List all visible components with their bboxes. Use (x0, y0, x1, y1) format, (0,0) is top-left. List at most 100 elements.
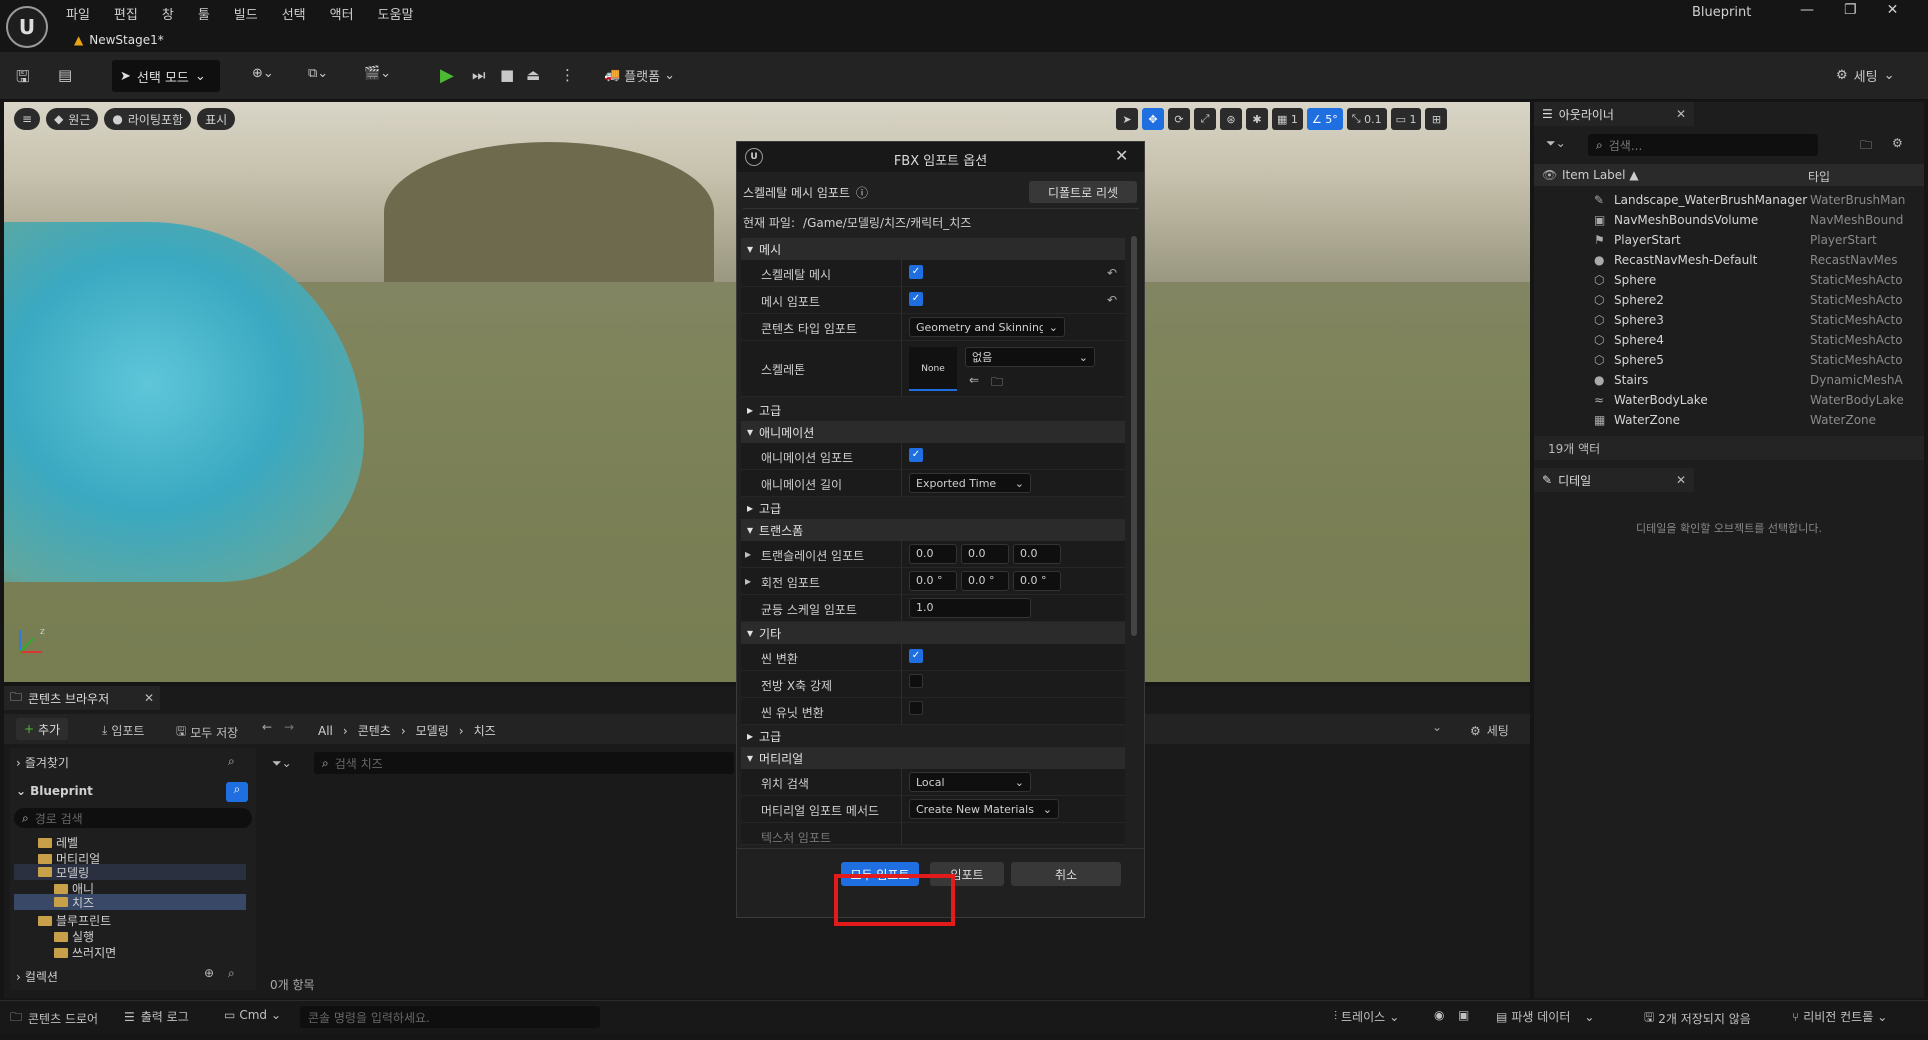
show-button[interactable]: 표시 (197, 108, 236, 130)
camera-speed-button[interactable]: ▭ 1 (1390, 108, 1422, 130)
stop-icon[interactable]: ■ (500, 66, 514, 84)
rotation-snap-button[interactable]: ∠ 5° (1306, 108, 1343, 130)
cb-settings-button[interactable]: ⚙ 세팅 (1470, 722, 1509, 739)
console-command-input[interactable]: 콘솔 명령을 입력하세요. (300, 1006, 600, 1028)
translate-tool-icon[interactable]: ✥ (1142, 108, 1164, 130)
record-icon[interactable]: ◉ (1434, 1008, 1444, 1022)
minimize-button[interactable]: — (1800, 2, 1814, 18)
breadcrumb-item[interactable]: 콘텐츠 (358, 722, 391, 739)
menu-edit[interactable]: 편집 (114, 4, 138, 23)
output-log-button[interactable]: ☰ 출력 로그 (124, 1008, 189, 1025)
scale-snap-button[interactable]: ⤡ 0.1 (1346, 108, 1387, 130)
menu-file[interactable]: 파일 (66, 4, 90, 23)
outliner-row[interactable]: ● RecastNavMesh-Default RecastNavMes (1534, 250, 1924, 270)
menu-tools[interactable]: 툴 (198, 4, 210, 23)
select-mode-dropdown[interactable]: ➤ 선택 모드 ⌄ (112, 60, 220, 92)
breadcrumb-item[interactable]: 치즈 (474, 722, 496, 739)
uniform-scale-input[interactable]: 1.0 (909, 598, 1031, 618)
section-advanced[interactable]: ▸ 고급 (741, 399, 1125, 421)
menu-actor[interactable]: 액터 (330, 4, 354, 23)
layout-icon[interactable]: ⊞ (1425, 108, 1448, 130)
root-section[interactable]: ⌄ Blueprint (16, 784, 93, 798)
scrollbar[interactable] (1131, 236, 1137, 636)
content-browser-tab[interactable]: 🗀 콘텐츠 브라우저 ✕ (4, 686, 160, 710)
maximize-button[interactable]: ❐ (1844, 2, 1857, 18)
asset-search-input[interactable]: ⌕ 검색 치즈 (314, 752, 734, 774)
collections-section[interactable]: › 컬렉션 (16, 968, 58, 985)
column-type[interactable]: 타입 (1808, 168, 1830, 185)
step-icon[interactable]: ⏭ (472, 66, 486, 84)
blueprint-icon[interactable]: ⧉⌄ (308, 66, 328, 81)
translation-y-input[interactable]: 0.0 (961, 544, 1009, 564)
menu-help[interactable]: 도움말 (378, 4, 414, 23)
import-mesh-checkbox[interactable]: ✓ (909, 292, 923, 306)
force-front-x-checkbox[interactable] (909, 674, 923, 688)
outliner-row[interactable]: ⬡ Sphere StaticMeshActo (1534, 270, 1924, 290)
material-import-dropdown[interactable]: Create New Materials ⌄ (909, 799, 1059, 819)
filter-icon[interactable]: ⏷⌄ (1546, 136, 1566, 151)
tree-item[interactable]: 블루프린트 (38, 912, 111, 929)
trace-dropdown[interactable]: ⫶ 트레이스 ⌄ (1334, 1008, 1399, 1025)
section-misc[interactable]: ▾ 기타 (741, 622, 1125, 644)
content-type-dropdown[interactable]: Geometry and Skinning Weights ⌄ (909, 317, 1065, 337)
play-icon[interactable]: ▶ (440, 65, 454, 86)
add-collection-icon[interactable]: ⊕ (204, 966, 214, 980)
skeletal-mesh-checkbox[interactable]: ✓ (909, 265, 923, 279)
skeleton-dropdown[interactable]: 없음 ⌄ (965, 347, 1095, 367)
filter-icon[interactable]: ⏷⌄ (272, 756, 292, 771)
section-transform[interactable]: ▾ 트랜스폼 (741, 519, 1125, 541)
section-advanced[interactable]: ▸ 고급 (741, 725, 1125, 747)
scale-tool-icon[interactable]: ⤢ (1194, 108, 1216, 130)
chevron-down-icon[interactable]: ⌄ (1432, 720, 1442, 734)
platform-dropdown[interactable]: 🚚 플랫폼 ⌄ (604, 66, 675, 85)
rotation-z-input[interactable]: 0.0 ° (1013, 571, 1061, 591)
outliner-row[interactable]: ● Stairs DynamicMeshA (1534, 370, 1924, 390)
browse-icon[interactable]: ▤ (58, 66, 72, 84)
outliner-row[interactable]: ⚑ PlayerStart PlayerStart (1534, 230, 1924, 250)
menu-window[interactable]: 창 (162, 4, 174, 23)
close-icon[interactable]: ✕ (1115, 146, 1128, 165)
world-local-icon[interactable]: ⊛ (1220, 108, 1242, 130)
outliner-row[interactable]: ⬡ Sphere3 StaticMeshActo (1534, 310, 1924, 330)
select-tool-icon[interactable]: ➤ (1116, 108, 1138, 130)
outliner-tab[interactable]: ☰ 아웃라이너 ✕ (1534, 102, 1694, 126)
animation-length-dropdown[interactable]: Exported Time ⌄ (909, 473, 1031, 493)
section-animation[interactable]: ▾ 애니메이션 (741, 421, 1125, 443)
import-button[interactable]: ⤓ 임포트 (102, 722, 144, 739)
skeleton-thumbnail[interactable]: None (909, 347, 957, 391)
eject-icon[interactable]: ⏏ (526, 66, 540, 84)
outliner-row[interactable]: ✎ Landscape_WaterBrushManager WaterBrushMa… (1534, 190, 1924, 210)
favorites-section[interactable]: › 즐겨찾기 (16, 754, 69, 771)
tree-item[interactable]: 쓰러지면 (54, 944, 116, 961)
back-icon[interactable]: ← (262, 720, 272, 734)
details-tab[interactable]: ✎ 디테일 ✕ (1534, 468, 1694, 492)
add-actor-icon[interactable]: ⊕⌄ (252, 66, 274, 81)
close-window-button[interactable]: ✕ (1887, 2, 1899, 18)
rotation-x-input[interactable]: 0.0 ° (909, 571, 957, 591)
search-location-dropdown[interactable]: Local ⌄ (909, 772, 1031, 792)
outliner-search-input[interactable]: ⌕ 검색... (1588, 134, 1818, 156)
menu-select[interactable]: 선택 (282, 4, 306, 23)
outliner-row[interactable]: ≈ WaterBodyLake WaterBodyLake (1534, 390, 1924, 410)
save-all-button[interactable]: 🖫 모두 저장 (176, 722, 238, 743)
derived-data-dropdown[interactable]: ▤ 파생 데이터 ⌄ (1496, 1008, 1594, 1025)
content-drawer-button[interactable]: 🗀 콘텐츠 드로어 (10, 1008, 98, 1029)
outliner-row[interactable]: ▣ NavMeshBoundsVolume NavMeshBound (1534, 210, 1924, 230)
unreal-logo-icon[interactable]: U (6, 6, 48, 48)
rotation-y-input[interactable]: 0.0 ° (961, 571, 1009, 591)
screenshot-icon[interactable]: ▣ (1458, 1008, 1469, 1022)
outliner-row[interactable]: ⬡ Sphere4 StaticMeshActo (1534, 330, 1924, 350)
convert-scene-checkbox[interactable]: ✓ (909, 649, 923, 663)
browse-icon[interactable]: 🗀 (991, 373, 1003, 394)
cancel-button[interactable]: 취소 (1011, 862, 1121, 886)
tree-item[interactable]: 모델링 (14, 864, 246, 880)
gear-icon[interactable]: ⚙ (1892, 136, 1903, 150)
surface-snap-icon[interactable]: ✱ (1246, 108, 1268, 130)
outliner-row[interactable]: ▦ WaterZone WaterZone (1534, 410, 1924, 430)
translation-x-input[interactable]: 0.0 (909, 544, 957, 564)
section-advanced[interactable]: ▸ 고급 (741, 497, 1125, 519)
tree-item[interactable]: 실행 (54, 928, 94, 945)
tree-item-selected[interactable]: 치즈 (14, 894, 246, 910)
add-folder-icon[interactable]: 🗀 (1860, 136, 1872, 157)
close-icon[interactable]: ✕ (1676, 473, 1686, 487)
